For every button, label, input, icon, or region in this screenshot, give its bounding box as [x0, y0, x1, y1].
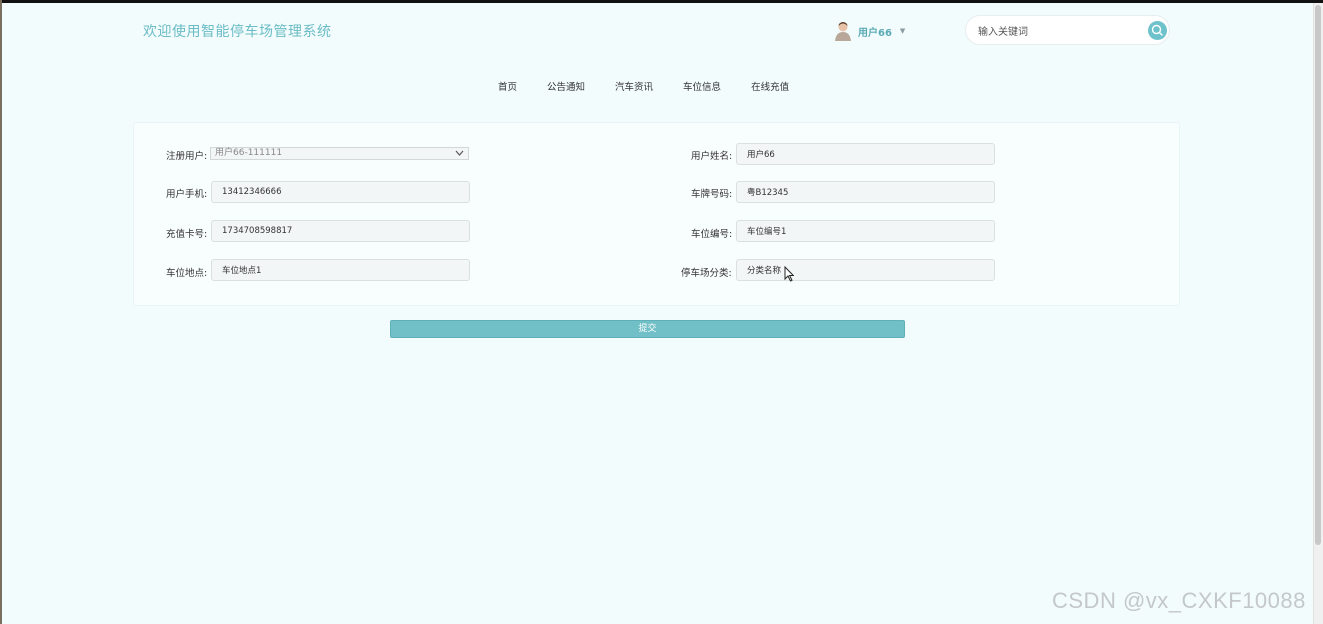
lot-category-field[interactable] [736, 259, 995, 281]
card-number-field[interactable] [211, 220, 470, 242]
space-location-label: 车位地点: [166, 268, 208, 279]
window-top-edge [0, 0, 1323, 3]
nav-parking-spaces[interactable]: 车位信息 [683, 79, 721, 93]
watermark: CSDN @vx_CXKF10088 [1052, 588, 1306, 613]
nav-notices[interactable]: 公告通知 [547, 79, 585, 93]
user-name-field[interactable] [736, 143, 995, 165]
search-box [965, 15, 1170, 45]
chevron-down-icon: ▼ [899, 27, 906, 35]
reg-user-label: 注册用户: [166, 151, 208, 162]
nav-online-recharge[interactable]: 在线充值 [751, 79, 789, 93]
user-phone-field[interactable] [211, 181, 470, 203]
chevron-down-icon [455, 148, 464, 162]
mouse-cursor-icon [784, 266, 794, 282]
reg-user-value: 用户66-111111 [215, 148, 283, 158]
site-title: 欢迎使用智能停车场管理系统 [143, 24, 332, 40]
user-menu[interactable]: 用户66 ▼ [834, 20, 905, 42]
vertical-scrollbar[interactable] [1313, 3, 1323, 624]
search-icon [1151, 24, 1163, 36]
user-phone-label: 用户手机: [166, 189, 208, 200]
card-number-label: 充值卡号: [166, 229, 208, 240]
reg-user-select[interactable]: 用户66-111111 [210, 147, 469, 160]
search-button[interactable] [1148, 21, 1167, 40]
nav-home[interactable]: 首页 [498, 79, 517, 93]
search-input[interactable] [976, 22, 1140, 42]
main-nav: 首页 公告通知 汽车资讯 车位信息 在线充值 [498, 79, 819, 93]
space-number-field[interactable] [736, 220, 995, 242]
user-name-label: 用户姓名: [691, 151, 733, 162]
user-name: 用户66 [858, 27, 892, 39]
plate-number-field[interactable] [736, 181, 995, 203]
lot-category-label: 停车场分类: [681, 268, 732, 279]
space-location-field[interactable] [211, 259, 470, 281]
window-left-edge [0, 0, 2, 624]
avatar [834, 21, 852, 41]
space-number-label: 车位编号: [691, 229, 733, 240]
nav-car-news[interactable]: 汽车资讯 [615, 79, 653, 93]
submit-button[interactable]: 提交 [390, 320, 905, 338]
scrollbar-thumb[interactable] [1315, 5, 1321, 545]
plate-number-label: 车牌号码: [691, 189, 733, 200]
